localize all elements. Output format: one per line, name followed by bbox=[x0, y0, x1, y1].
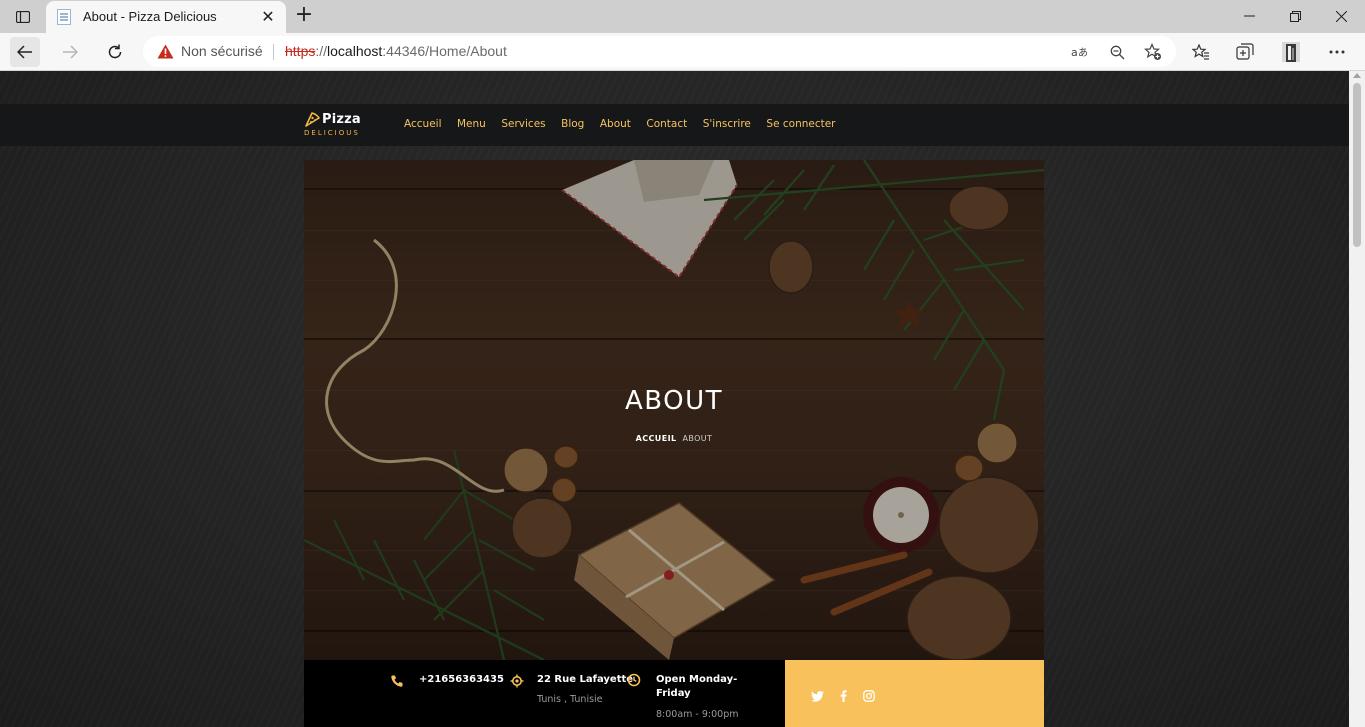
hours-days-line1: Open Monday- bbox=[656, 674, 738, 685]
nav-link-menu[interactable]: Menu bbox=[457, 118, 486, 130]
zoom-icon[interactable] bbox=[1107, 42, 1127, 62]
url-host: localhost bbox=[327, 43, 383, 59]
svg-text:あ: あ bbox=[1078, 47, 1088, 59]
address-street: 22 Rue Lafayette bbox=[537, 674, 634, 685]
hours-time: 8:00am - 9:00pm bbox=[656, 709, 739, 720]
tab-actions-icon[interactable] bbox=[8, 5, 38, 29]
pizza-slice-icon bbox=[305, 112, 320, 127]
read-aloud-icon[interactable]: aあ bbox=[1070, 42, 1090, 62]
scrollbar-thumb[interactable] bbox=[1353, 83, 1361, 247]
contact-info-bar: +21656363435 22 Rue Lafayette Tunis , Tu… bbox=[304, 660, 785, 727]
url-text[interactable]: https://localhost:44346/Home/About bbox=[285, 43, 507, 59]
site-navbar: Pizza DELICIOUS Accueil Menu Services Bl… bbox=[0, 104, 1349, 146]
security-status-label[interactable]: Non sécurisé bbox=[181, 43, 263, 59]
url-bar[interactable]: Non sécurisé https://localhost:44346/Hom… bbox=[143, 36, 1176, 67]
url-divider bbox=[273, 44, 274, 60]
restore-icon[interactable] bbox=[1272, 0, 1318, 32]
hours-days-line2: Friday bbox=[656, 688, 691, 699]
main-nav: Accueil Menu Services Blog About Contact… bbox=[404, 118, 851, 130]
site-logo[interactable]: Pizza DELICIOUS bbox=[303, 110, 373, 140]
logo-subtitle: DELICIOUS bbox=[304, 129, 360, 137]
page-title: ABOUT bbox=[624, 386, 724, 416]
url-scheme: https bbox=[285, 43, 316, 59]
close-tab-icon[interactable]: ✕ bbox=[258, 7, 278, 27]
scroll-up-arrow-icon[interactable] bbox=[1353, 73, 1361, 78]
page-viewport: Pizza DELICIOUS Accueil Menu Services Bl… bbox=[0, 71, 1349, 727]
nav-link-blog[interactable]: Blog bbox=[561, 118, 584, 130]
new-tab-button[interactable]: + bbox=[292, 4, 316, 28]
more-options-icon[interactable] bbox=[1325, 41, 1349, 63]
breadcrumb-home-link[interactable]: ACCUEIL bbox=[636, 434, 677, 443]
nav-link-about[interactable]: About bbox=[600, 118, 631, 130]
breadcrumb-current: ABOUT bbox=[682, 434, 713, 443]
logo-word: Pizza bbox=[322, 112, 361, 127]
nav-link-sinscrire[interactable]: S'inscrire bbox=[703, 118, 751, 130]
svg-text:a: a bbox=[1071, 46, 1078, 59]
url-path: :44346/Home/About bbox=[382, 43, 507, 59]
location-icon bbox=[510, 674, 524, 688]
collections-icon[interactable] bbox=[1233, 41, 1257, 63]
instagram-icon[interactable] bbox=[862, 689, 876, 703]
address-city: Tunis , Tunisie bbox=[537, 694, 603, 705]
profile-avatar[interactable] bbox=[1279, 41, 1303, 63]
page-favicon-icon bbox=[57, 9, 71, 25]
breadcrumb: ACCUEIL ABOUT bbox=[304, 434, 1044, 443]
close-window-icon[interactable] bbox=[1318, 0, 1364, 32]
tab-title: About - Pizza Delicious bbox=[83, 9, 217, 24]
favorites-icon[interactable] bbox=[1189, 41, 1213, 63]
nav-link-se-connecter[interactable]: Se connecter bbox=[766, 118, 835, 130]
minimize-icon[interactable] bbox=[1226, 0, 1272, 32]
url-scheme-separator: :// bbox=[315, 43, 328, 59]
hero-banner: ABOUT ACCUEIL ABOUT bbox=[304, 160, 1044, 660]
tab-about[interactable]: About - Pizza Delicious ✕ bbox=[46, 1, 286, 33]
social-links-bar bbox=[785, 660, 1044, 727]
browser-address-bar: Non sécurisé https://localhost:44346/Hom… bbox=[0, 33, 1365, 71]
twitter-icon[interactable] bbox=[810, 689, 824, 703]
nav-link-accueil[interactable]: Accueil bbox=[404, 118, 442, 130]
browser-tab-bar: About - Pizza Delicious ✕ + bbox=[0, 0, 1365, 33]
add-favorite-icon[interactable] bbox=[1143, 42, 1163, 62]
clock-icon bbox=[627, 673, 641, 687]
nav-link-contact[interactable]: Contact bbox=[646, 118, 687, 130]
facebook-icon[interactable] bbox=[836, 689, 850, 703]
warning-icon[interactable] bbox=[157, 44, 174, 63]
forward-button[interactable] bbox=[55, 37, 85, 67]
phone-number[interactable]: +21656363435 bbox=[419, 673, 504, 687]
refresh-button[interactable] bbox=[100, 37, 130, 67]
page-scrollbar[interactable] bbox=[1349, 71, 1365, 727]
phone-icon bbox=[391, 675, 403, 687]
nav-link-services[interactable]: Services bbox=[501, 118, 545, 130]
back-button[interactable] bbox=[10, 37, 40, 67]
